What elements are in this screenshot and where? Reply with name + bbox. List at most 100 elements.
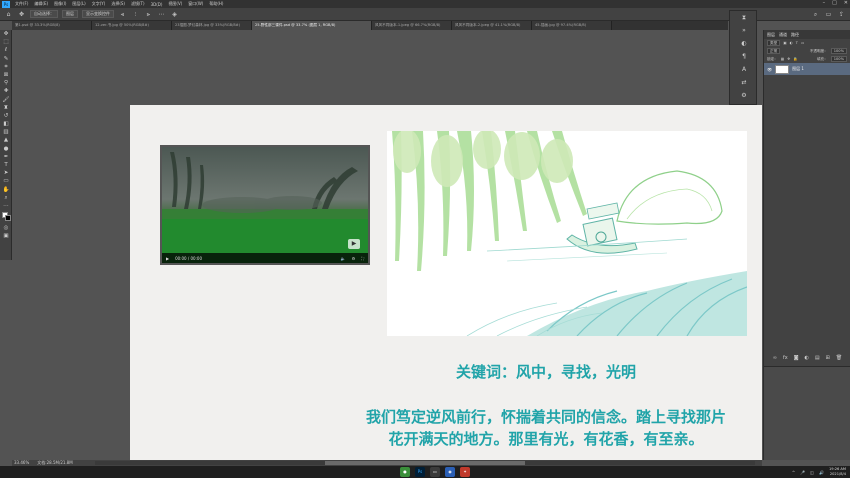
dodge-tool-icon[interactable]: ● xyxy=(0,145,12,153)
taskbar-explorer-icon[interactable]: ▭ xyxy=(430,467,440,477)
layer-style-icon[interactable]: fx xyxy=(783,354,788,363)
scrollbar-thumb[interactable] xyxy=(325,461,525,465)
tray-volume-icon[interactable]: 🔊 xyxy=(819,470,824,475)
lock-position-icon[interactable]: ✥ xyxy=(787,57,790,61)
menu-image[interactable]: 图像(I) xyxy=(51,1,69,7)
fill-field[interactable]: 100% xyxy=(830,56,847,62)
filter-pixel-icon[interactable]: ▣ xyxy=(783,41,786,45)
video-play-overlay-icon[interactable]: ▶ xyxy=(348,239,360,249)
align-left-icon[interactable]: ⫷ xyxy=(118,10,127,19)
history-panel-icon[interactable]: ⧗ xyxy=(730,11,758,24)
wind-illustration[interactable] xyxy=(387,131,747,336)
filter-shape-icon[interactable]: ▭ xyxy=(801,41,804,45)
color-swatches[interactable] xyxy=(0,210,12,224)
quick-select-tool-icon[interactable]: ✎ xyxy=(0,55,12,63)
tab-channels[interactable]: 通道 xyxy=(779,32,787,38)
video-volume-icon[interactable]: 🔈 xyxy=(341,256,346,261)
eyedropper-tool-icon[interactable]: ⚲ xyxy=(0,79,12,87)
tab-document-active[interactable]: 25-野性部三课件.psd @ 33.7% (图层 1, RGB/8) xyxy=(252,21,372,30)
more-tools-icon[interactable]: ⋯ xyxy=(0,202,12,210)
tray-expand-icon[interactable]: ^ xyxy=(792,470,795,475)
new-layer-icon[interactable]: ⊞ xyxy=(826,354,830,363)
swap-panel-icon[interactable]: ⇄ xyxy=(730,76,758,89)
healing-brush-tool-icon[interactable]: ✚ xyxy=(0,87,12,95)
taskbar-app-green-icon[interactable]: ● xyxy=(400,467,410,477)
history-brush-tool-icon[interactable]: ↺ xyxy=(0,112,12,120)
adjustments-panel-icon[interactable]: ◐ xyxy=(730,37,758,50)
type-tool-icon[interactable]: T xyxy=(0,161,12,169)
maximize-icon[interactable]: □ xyxy=(832,0,837,6)
properties-panel-icon[interactable]: ⚙ xyxy=(730,89,758,102)
taskbar-photoshop-icon[interactable]: Ps xyxy=(415,467,425,477)
tab-layers[interactable]: 图层 xyxy=(767,32,775,38)
align-right-icon[interactable]: ⫸ xyxy=(144,10,153,19)
link-layers-icon[interactable]: ∞ xyxy=(773,354,777,363)
clone-stamp-tool-icon[interactable]: ♜ xyxy=(0,104,12,112)
menu-filter[interactable]: 滤镜(T) xyxy=(128,1,148,7)
lock-all-icon[interactable]: 🔒 xyxy=(793,57,797,61)
blend-mode-dropdown[interactable]: 正常 xyxy=(767,48,781,54)
layer-kind-filter[interactable]: 类型 xyxy=(767,40,781,46)
share-icon[interactable]: ⇪ xyxy=(837,10,846,19)
group-icon[interactable]: ▤ xyxy=(815,354,820,363)
move-tool-icon[interactable]: ✥ xyxy=(0,30,12,38)
collapse-panels-icon[interactable]: » xyxy=(730,24,758,37)
filter-type-icon[interactable]: T xyxy=(796,41,798,45)
marquee-tool-icon[interactable]: ⬚ xyxy=(0,38,12,46)
hand-tool-icon[interactable]: ✋ xyxy=(0,186,12,194)
document-canvas[interactable]: ▶ ▶ 00:00 / 00:00 🔈 ⚙ ⛶ 关键词：风中，寻找，光明 我们笃… xyxy=(130,105,762,460)
more-options-icon[interactable]: ⋯ xyxy=(157,10,166,19)
crop-tool-icon[interactable]: ⌗ xyxy=(0,63,12,71)
menu-3d[interactable]: 3D(D) xyxy=(148,2,166,7)
filter-adjust-icon[interactable]: ◐ xyxy=(790,41,793,45)
video-frame[interactable]: ▶ ▶ 00:00 / 00:00 🔈 ⚙ ⛶ xyxy=(160,145,370,265)
tab-paths[interactable]: 路径 xyxy=(791,32,799,38)
tab-document-1[interactable]: 第1.psd @ 33.3%(RGB/8) xyxy=(12,21,92,30)
taskbar-clock[interactable]: 19:26 AM 2021/8/4 xyxy=(829,467,846,477)
search-icon[interactable]: ⌕ xyxy=(811,10,820,19)
video-play-icon[interactable]: ▶ xyxy=(166,256,169,261)
menu-type[interactable]: 文字(Y) xyxy=(89,1,109,7)
align-center-icon[interactable]: ⫶ xyxy=(131,10,140,19)
opacity-field[interactable]: 100% xyxy=(830,48,847,54)
screen-mode-icon[interactable]: ▣ xyxy=(0,232,12,240)
tray-network-icon[interactable]: ◫ xyxy=(810,470,814,475)
zoom-tool-icon[interactable]: ⌕ xyxy=(0,194,12,202)
taskbar-app-red-icon[interactable]: ✦ xyxy=(460,467,470,477)
tab-document-2[interactable]: 12-ver-书.jpg @ 50%(RGB/8#) xyxy=(92,21,172,30)
menu-select[interactable]: 选择(S) xyxy=(108,1,128,7)
tray-mic-icon[interactable]: 🎤 xyxy=(800,470,805,475)
pen-tool-icon[interactable]: ✒ xyxy=(0,153,12,161)
paragraph-panel-icon[interactable]: ¶ xyxy=(730,50,758,63)
menu-window[interactable]: 窗口(W) xyxy=(185,1,206,7)
layer-name[interactable]: 图层 1 xyxy=(792,66,804,72)
menu-file[interactable]: 文件(F) xyxy=(12,1,31,7)
auto-select-checkbox[interactable]: 自动选择： xyxy=(30,10,58,18)
photoshop-logo-icon[interactable]: Ps xyxy=(2,0,10,8)
taskbar-browser-icon[interactable]: ◉ xyxy=(445,467,455,477)
brush-tool-icon[interactable]: 🖌 xyxy=(0,96,12,104)
shape-tool-icon[interactable]: ▭ xyxy=(0,177,12,185)
minimize-icon[interactable]: – xyxy=(823,0,826,6)
video-settings-icon[interactable]: ⚙ xyxy=(352,256,356,261)
lock-pixels-icon[interactable]: ▦ xyxy=(781,57,784,61)
path-select-tool-icon[interactable]: ➤ xyxy=(0,169,12,177)
tab-document-3[interactable]: 23插图-梦幻森林.jpg @ 33%(RGB/8#) xyxy=(172,21,252,30)
horizontal-scrollbar[interactable] xyxy=(95,461,755,465)
character-panel-icon[interactable]: A xyxy=(730,63,758,76)
menu-view[interactable]: 视图(V) xyxy=(165,1,185,7)
auto-select-dropdown[interactable]: 图层 xyxy=(62,10,78,18)
close-icon[interactable]: ✕ xyxy=(844,0,848,6)
home-icon[interactable]: ⌂ xyxy=(4,10,13,19)
move-tool-icon[interactable]: ✥ xyxy=(17,10,26,19)
tab-document-7[interactable]: 45-插画.jpg @ 97.4%(RGB/8) xyxy=(532,21,612,30)
video-fullscreen-icon[interactable]: ⛶ xyxy=(361,256,364,261)
workspace-icon[interactable]: ▭ xyxy=(824,10,833,19)
layer-row[interactable]: 👁 图层 1 xyxy=(764,63,850,75)
menu-help[interactable]: 帮助(H) xyxy=(206,1,226,7)
tab-document-6[interactable]: 风风不同版本-2.jpeg @ 41.1%(RGB/8) xyxy=(452,21,532,30)
background-color-swatch[interactable] xyxy=(5,215,11,222)
lasso-tool-icon[interactable]: ℓ xyxy=(0,46,12,54)
3d-mode-icon[interactable]: ◈ xyxy=(170,10,179,19)
quick-mask-icon[interactable]: ◎ xyxy=(0,224,12,232)
